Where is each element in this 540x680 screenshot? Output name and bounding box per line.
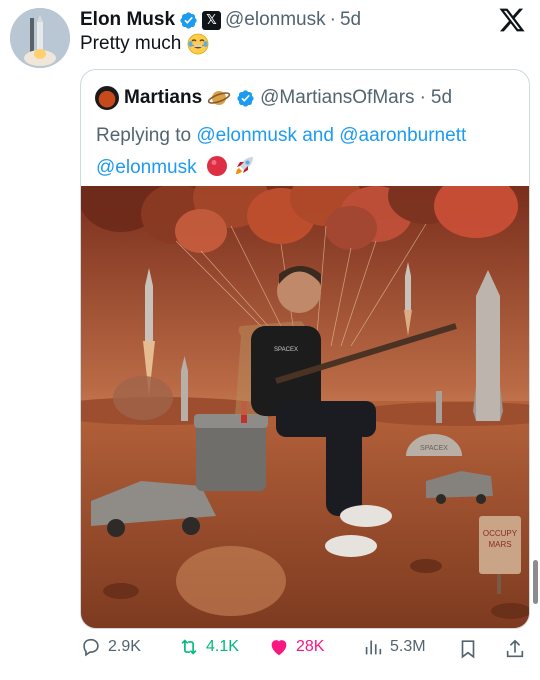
replying-prefix: Replying to xyxy=(96,125,197,146)
author-name[interactable]: Elon Musk xyxy=(80,9,175,31)
mention-elonmusk[interactable]: @elonmusk xyxy=(96,157,197,178)
reply-count: 2.9K xyxy=(108,638,141,655)
like-button[interactable]: 28K xyxy=(268,636,324,658)
rocket-emoji-icon xyxy=(236,157,254,174)
reply-and: and xyxy=(296,125,340,146)
quoted-author-name[interactable]: Martians xyxy=(124,87,202,109)
like-count: 28K xyxy=(296,638,325,655)
sign-line-2: MARS xyxy=(488,540,511,549)
rocket-launch-avatar-icon xyxy=(10,8,70,68)
author-handle[interactable]: @elonmusk xyxy=(225,9,326,31)
x-logo-icon[interactable] xyxy=(498,6,526,34)
quoted-header: Martians @MartiansOfMars · 5d xyxy=(95,86,452,110)
verified-badge-icon xyxy=(237,89,254,107)
reply-button[interactable]: 2.9K xyxy=(80,636,141,658)
separator-dot: · xyxy=(419,87,426,108)
mars-balloon-chair-illustration: SPACEX SPACEX OCCUPY MARS xyxy=(81,186,529,628)
views-chart-icon xyxy=(365,640,382,655)
tweet-text-row: Pretty much xyxy=(80,33,209,55)
dome-label: SPACEX xyxy=(420,445,448,452)
views-count: 5.3M xyxy=(390,638,426,655)
red-circle-emoji-icon xyxy=(206,156,227,176)
quoted-tweet[interactable]: Martians @MartiansOfMars · 5d Replying t… xyxy=(80,69,530,629)
quoted-avatar[interactable] xyxy=(95,86,119,110)
share-icon[interactable] xyxy=(504,638,526,660)
action-bar: 2.9K 4.1K 28K 5.3M xyxy=(80,636,530,664)
tweet-header: Elon Musk 𝕏 @elonmusk · 5d xyxy=(80,8,500,32)
bookmark-icon[interactable] xyxy=(457,638,479,660)
reply-mention-elonmusk[interactable]: @elonmusk xyxy=(196,125,297,146)
reply-mention-aaronburnett[interactable]: @aaronburnett xyxy=(339,125,466,146)
x-affiliation-icon: 𝕏 xyxy=(202,10,222,30)
planet-emoji-icon xyxy=(207,91,231,105)
quoted-time[interactable]: 5d xyxy=(431,87,452,109)
tweet-text: Pretty much xyxy=(80,33,182,54)
repost-button[interactable]: 4.1K xyxy=(178,636,239,658)
repost-icon xyxy=(181,639,197,655)
heart-icon xyxy=(271,640,287,656)
shirt-label: SPACEX xyxy=(274,347,298,353)
tweet-time[interactable]: 5d xyxy=(340,9,361,31)
views-button[interactable]: 5.3M xyxy=(362,636,426,658)
quoted-image[interactable]: SPACEX SPACEX OCCUPY MARS xyxy=(81,186,529,628)
laughing-tears-emoji-icon xyxy=(187,33,209,55)
replying-to-text: Replying to @elonmusk and @aaronburnett … xyxy=(96,120,521,184)
quoted-handle[interactable]: @MartiansOfMars xyxy=(260,87,414,109)
verified-badge-icon xyxy=(180,11,197,29)
repost-count: 4.1K xyxy=(206,638,239,655)
reply-icon xyxy=(83,638,99,657)
separator-dot: · xyxy=(329,9,336,30)
sign-line-1: OCCUPY xyxy=(483,529,518,538)
avatar[interactable] xyxy=(10,8,70,68)
scrollbar[interactable] xyxy=(533,560,538,604)
